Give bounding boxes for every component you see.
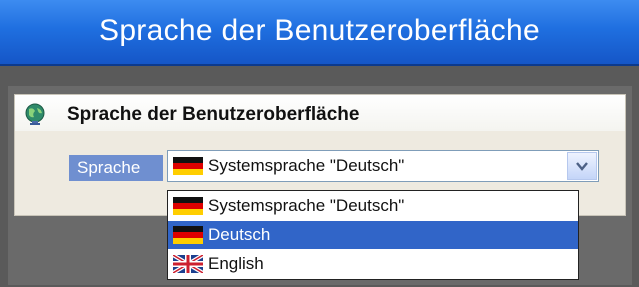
chevron-down-icon [576, 162, 588, 171]
dropdown-option-german[interactable]: Deutsch [168, 221, 578, 249]
language-label: Sprache [69, 155, 163, 181]
window-title: Sprache der Benutzeroberfläche [99, 14, 540, 47]
dropdown-option-label: Deutsch [208, 225, 271, 244]
uk-flag-icon [173, 255, 203, 273]
german-flag-icon [173, 226, 203, 244]
window-title-bar: Sprache der Benutzeroberfläche [0, 0, 639, 66]
language-select[interactable]: Systemsprache "Deutsch" [167, 150, 599, 182]
panel-header: Sprache der Benutzeroberfläche [15, 95, 625, 131]
dropdown-option-label: Systemsprache "Deutsch" [208, 196, 405, 215]
dropdown-option-label: English [208, 254, 264, 273]
language-dropdown-list: Systemsprache "Deutsch" Deutsch English [167, 190, 579, 280]
german-flag-icon [173, 197, 203, 215]
dropdown-option-english[interactable]: English [168, 250, 578, 278]
globe-icon [25, 103, 45, 125]
german-flag-icon [173, 157, 203, 175]
dropdown-option-system-german[interactable]: Systemsprache "Deutsch" [168, 192, 578, 220]
panel-title: Sprache der Benutzeroberfläche [67, 104, 360, 125]
language-select-value: Systemsprache "Deutsch" [208, 156, 405, 175]
dropdown-button[interactable] [567, 152, 597, 180]
